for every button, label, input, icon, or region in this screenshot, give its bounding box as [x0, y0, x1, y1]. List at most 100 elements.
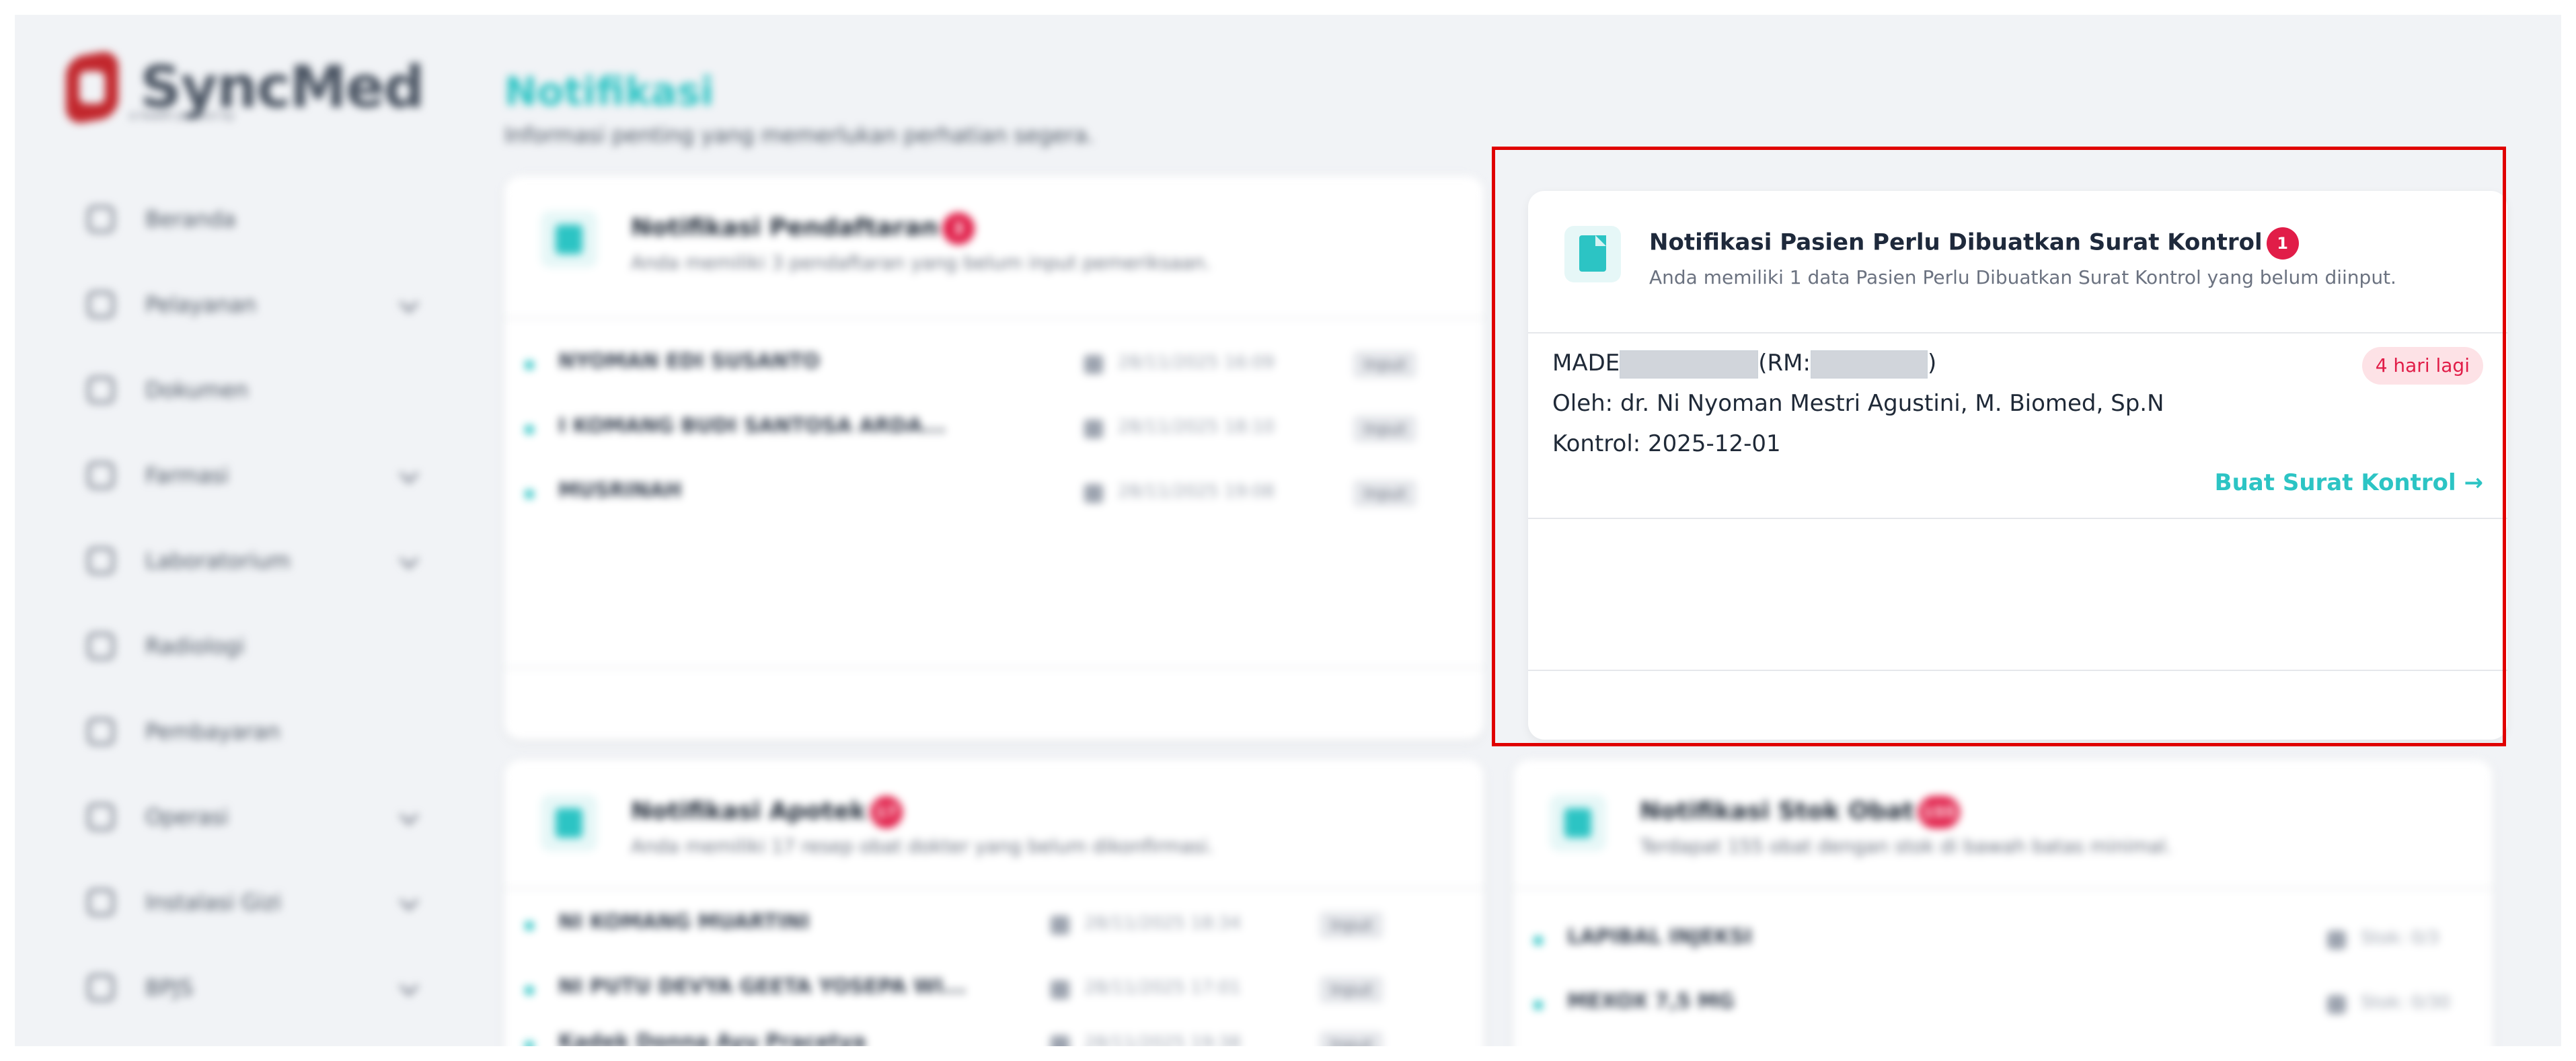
sidebar-item-beranda[interactable]: Beranda — [69, 176, 418, 262]
sidebar-item-label: Laboratorium — [145, 547, 291, 574]
list-item: I KOMANG BUDI SANTOSA ARDA... 28/11/2025… — [504, 397, 1484, 461]
sidebar-item-pembayaran[interactable]: Pembayaran — [69, 689, 418, 774]
card-description: Anda memiliki 3 pendaftaran yang belum i… — [631, 251, 1211, 274]
pharmacy-icon — [87, 461, 114, 489]
food-icon — [87, 888, 114, 916]
bullet-icon — [1533, 936, 1543, 945]
stock-level: Stok: 0/3 — [2361, 928, 2439, 948]
sidebar-item-operasi[interactable]: Operasi — [69, 774, 419, 859]
list-item: Kadek Donna Ayu Pracetya 28/11/2025 19:3… — [504, 1013, 1484, 1046]
divider — [504, 667, 1484, 668]
sidebar-item-laboratorium[interactable]: Laboratorium — [69, 518, 419, 603]
card-title-text: Notifikasi Apotek — [631, 797, 866, 825]
list-item: MUSRINAH 28/11/2025 19:08 Input — [504, 461, 1484, 526]
flask-icon — [87, 547, 114, 574]
card-title-text: Notifikasi Stok Obat — [1640, 797, 1914, 825]
user-icon — [541, 211, 597, 268]
sidebar-item-instalasi-gizi[interactable]: Instalasi Gizi — [69, 859, 419, 945]
divider — [504, 317, 1484, 319]
input-button[interactable]: Input — [1353, 351, 1417, 378]
card-title: Notifikasi Pendaftaran 3 — [631, 212, 975, 245]
monitor-icon — [87, 632, 114, 660]
sidebar: SyncMed a health product by Beranda Pela… — [15, 15, 452, 1046]
highlight-box — [1492, 147, 2506, 746]
chevron-down-icon — [399, 293, 419, 313]
patient-name: NI KOMANG MUARTINI — [558, 910, 810, 934]
stock-level: Stok: 0/30 — [2361, 992, 2451, 1013]
drug-name: MEXOX 7,5 MG — [1567, 990, 1735, 1013]
row-date: 28/11/2025 18:34 — [1084, 913, 1242, 933]
sidebar-item-label: Farmasi — [145, 462, 229, 488]
input-button[interactable]: Input — [1320, 912, 1384, 939]
list-item: MEXOX 7,5 MG Stok: 0/30 — [1513, 972, 2493, 1037]
patient-name: NI PUTU DEVYA GEETA YOSEPA WI... — [558, 975, 967, 998]
sidebar-item-label: Beranda — [145, 206, 236, 232]
calendar-icon — [1084, 484, 1103, 503]
patient-name: Kadek Donna Ayu Pracetya — [558, 1030, 866, 1046]
bullet-icon — [525, 921, 534, 931]
id-card-icon — [87, 974, 114, 1001]
page-title: Notifikasi — [504, 69, 714, 114]
sidebar-item-pelayanan[interactable]: Pelayanan — [69, 262, 419, 347]
card-description: Anda memiliki 17 resep obat dokter yang … — [631, 835, 1214, 857]
sidebar-item-label: Dokumen — [145, 377, 249, 403]
list-item: NI KOMANG MUARTINI 28/11/2025 18:34 Inpu… — [504, 893, 1484, 957]
count-badge: 17 — [870, 796, 903, 828]
row-date: 28/11/2025 19:38 — [1084, 1033, 1242, 1046]
divider — [1513, 888, 2493, 889]
pendaftaran-card: Notifikasi Pendaftaran 3 Anda memiliki 3 … — [504, 176, 1484, 740]
logo-tagline: a health product by — [129, 109, 235, 122]
bullet-icon — [525, 360, 534, 370]
sidebar-item-label: Operasi — [145, 803, 229, 830]
chevron-down-icon — [399, 549, 419, 569]
chevron-down-icon — [399, 891, 419, 911]
divider — [504, 888, 1484, 889]
box-icon — [2327, 995, 2346, 1014]
patient-name: MUSRINAH — [558, 479, 682, 502]
bullet-icon — [525, 986, 534, 995]
input-button[interactable]: Input — [1320, 1031, 1384, 1046]
patient-name: I KOMANG BUDI SANTOSA ARDA... — [558, 414, 946, 438]
sidebar-item-dokumen[interactable]: Dokumen — [69, 347, 418, 432]
sidebar-item-label: Pelayanan — [145, 291, 257, 317]
input-button[interactable]: Input — [1353, 480, 1417, 507]
dollar-icon — [87, 717, 114, 745]
patient-name: NYOMAN EDI SUSANTO — [558, 350, 820, 373]
stok-obat-card: Notifikasi Stok Obat 155 Terdapat 155 oba… — [1513, 760, 2493, 1046]
count-badge: 3 — [942, 212, 975, 245]
sidebar-item-label: Pembayaran — [145, 718, 280, 744]
bullet-icon — [1533, 1000, 1543, 1010]
calendar-icon — [1084, 355, 1103, 374]
row-date: 28/11/2025 19:08 — [1118, 481, 1275, 502]
home-icon — [87, 205, 114, 233]
list-item: LAPIBAL INJEKSI Stok: 0/3 — [1513, 908, 2493, 972]
row-date: 28/11/2025 17:01 — [1084, 978, 1242, 998]
chevron-down-icon — [399, 464, 419, 484]
bullet-icon — [525, 425, 534, 434]
input-button[interactable]: Input — [1353, 416, 1417, 442]
drug-name: LAPIBAL INJEKSI — [1567, 925, 1753, 949]
row-date: 28/11/2025 18:10 — [1118, 417, 1275, 437]
card-title: Notifikasi Apotek 17 — [631, 796, 903, 828]
sidebar-item-radiologi[interactable]: Radiologi — [69, 603, 418, 689]
calendar-icon — [1084, 420, 1103, 438]
box-icon — [2327, 931, 2346, 949]
sidebar-item-label: Instalasi Gizi — [145, 889, 282, 915]
document-icon — [87, 376, 114, 403]
sidebar-item-farmasi[interactable]: Farmasi — [69, 432, 419, 518]
sidebar-item-label: Radiologi — [145, 633, 245, 659]
row-date: 28/11/2025 16:09 — [1118, 352, 1275, 372]
card-title-text: Notifikasi Pendaftaran — [631, 214, 938, 241]
input-button[interactable]: Input — [1320, 976, 1384, 1003]
sidebar-item-label: BPJS — [145, 974, 193, 1000]
bullet-icon — [525, 1041, 534, 1046]
count-badge: 155 — [1918, 796, 1960, 828]
stethoscope-icon — [87, 290, 114, 318]
card-description: Terdapat 155 obat dengan stok di bawah b… — [1640, 835, 2172, 857]
apotek-card: Notifikasi Apotek 17 Anda memiliki 17 res… — [504, 760, 1484, 1046]
page-subtitle: Informasi penting yang memerlukan perhat… — [504, 122, 1094, 148]
app-frame: SyncMed a health product by Beranda Pela… — [15, 15, 2561, 1046]
pill-icon — [541, 795, 597, 851]
card-title: Notifikasi Stok Obat 155 — [1640, 796, 1960, 828]
sidebar-item-bpjs[interactable]: BPJS — [69, 945, 419, 1030]
